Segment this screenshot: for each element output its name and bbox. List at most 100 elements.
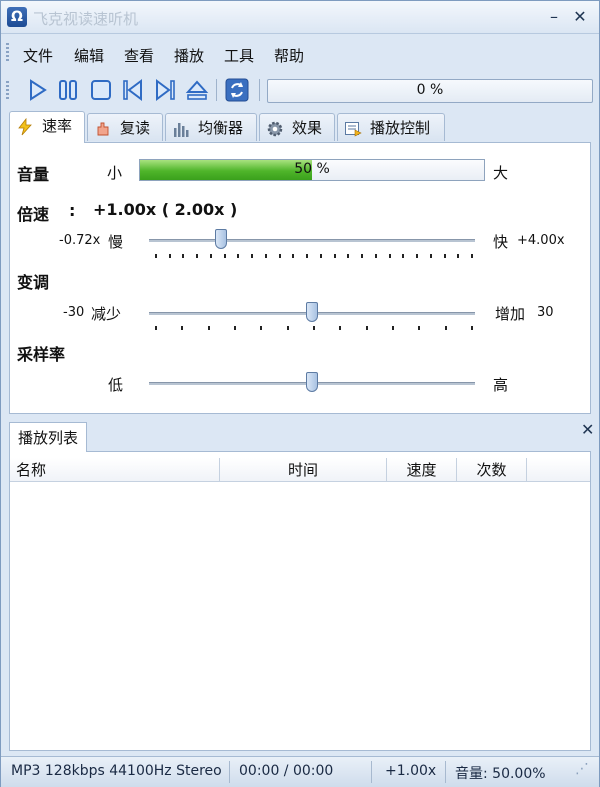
samplerate-min-label: 低: [108, 376, 124, 394]
tab-equalizer[interactable]: 均衡器: [165, 113, 257, 141]
playlist-tab[interactable]: 播放列表: [9, 422, 87, 452]
tab-equalizer-label: 均衡器: [198, 119, 244, 137]
status-separator: [229, 761, 230, 783]
repeat-hand-icon: [97, 122, 109, 136]
speed-min-label: 慢: [108, 233, 124, 251]
slider-tick: [471, 326, 473, 330]
tab-playback-control-label: 播放控制: [370, 119, 431, 137]
slider-tick: [292, 254, 295, 258]
volume-bar[interactable]: 50 %: [139, 159, 485, 181]
speed-label: 倍速: [17, 205, 50, 224]
slider-tick: [444, 326, 447, 330]
slider-tick: [313, 326, 315, 330]
menu-edit[interactable]: 编辑: [74, 45, 104, 66]
status-separator: [371, 761, 372, 783]
samplerate-slider-thumb[interactable]: [306, 372, 318, 392]
slider-tick: [429, 254, 432, 258]
tab-speed[interactable]: 速率: [9, 111, 85, 143]
slider-tick: [237, 254, 240, 258]
menu-help[interactable]: 帮助: [274, 45, 304, 66]
next-icon[interactable]: [153, 78, 177, 102]
pitch-max-value: 30: [537, 305, 554, 320]
pitch-slider-thumb[interactable]: [306, 302, 318, 322]
slider-tick: [155, 254, 157, 258]
slider-tick: [223, 254, 226, 258]
pitch-max-label: 增加: [495, 305, 526, 323]
column-header-count[interactable]: 次数: [457, 458, 527, 482]
status-speed: +1.00x: [385, 763, 437, 779]
pitch-slider-ticks: [155, 326, 473, 331]
slider-tick: [388, 254, 391, 258]
slider-tick: [168, 254, 171, 258]
status-format: MP3 128kbps 44100Hz Stereo: [11, 763, 222, 779]
volume-min-label: 小: [107, 164, 123, 182]
playlist-close-icon[interactable]: ✕: [581, 420, 594, 439]
slider-tick: [365, 326, 368, 330]
tab-effects-label: 效果: [292, 119, 323, 137]
playback-progress-bar[interactable]: 0 %: [267, 79, 593, 103]
speed-slider-track[interactable]: [149, 239, 475, 242]
speed-slider-ticks: [155, 254, 473, 259]
equalizer-icon: [174, 123, 189, 137]
slider-tick: [402, 254, 405, 258]
pitch-min-value: -30: [63, 305, 85, 320]
minimize-button[interactable]: –: [543, 6, 565, 28]
pitch-label: 变调: [17, 273, 50, 292]
volume-label: 音量: [17, 165, 50, 184]
slider-tick: [418, 326, 421, 330]
speed-max-value: +4.00x: [517, 233, 565, 248]
toolbar-separator: [259, 79, 260, 101]
close-button[interactable]: ✕: [569, 6, 591, 28]
slider-tick: [392, 326, 394, 330]
previous-icon[interactable]: [121, 78, 145, 102]
slider-tick: [471, 254, 473, 258]
resize-grip-icon[interactable]: ⋰: [575, 761, 589, 777]
slider-tick: [319, 254, 322, 258]
slider-tick: [443, 254, 446, 258]
repeat-icon[interactable]: [225, 78, 249, 102]
slider-tick: [209, 254, 212, 258]
play-icon[interactable]: [25, 78, 49, 102]
speed-slider-thumb[interactable]: [214, 229, 227, 249]
slider-tick: [457, 254, 460, 258]
menu-grip: [6, 43, 9, 61]
menu-view[interactable]: 查看: [124, 45, 154, 66]
toolbar-grip: [6, 81, 9, 99]
main-window: Ω 飞克视读速听机 – ✕ 文件 编辑 查看 播放 工具 帮助 0 % 速率 复…: [0, 0, 600, 787]
column-header-time[interactable]: 时间: [220, 458, 387, 482]
pitch-min-label: 减少: [91, 305, 122, 323]
speed-value: +1.00x ( 2.00x ): [93, 200, 238, 219]
tab-repeat[interactable]: 复读: [87, 113, 163, 141]
tab-playback-control[interactable]: 播放控制: [337, 113, 445, 141]
speed-min-value: -0.72x: [59, 233, 101, 248]
slider-tick: [264, 254, 267, 258]
volume-max-label: 大: [493, 164, 509, 182]
toolbar-separator: [216, 79, 217, 101]
column-header-speed[interactable]: 速度: [387, 458, 457, 482]
volume-text: 50 %: [294, 161, 330, 177]
slider-tick: [306, 254, 309, 258]
menu-tools[interactable]: 工具: [224, 45, 254, 66]
stop-icon[interactable]: [89, 78, 113, 102]
tab-speed-label: 速率: [42, 117, 73, 135]
samplerate-max-label: 高: [493, 376, 509, 394]
playlist-panel[interactable]: [9, 451, 591, 751]
tab-effects[interactable]: 效果: [259, 113, 335, 141]
eject-icon[interactable]: [185, 78, 209, 102]
slider-tick: [339, 326, 342, 330]
column-header-name[interactable]: 名称: [10, 458, 220, 482]
slider-tick: [251, 254, 254, 258]
menu-file[interactable]: 文件: [23, 45, 53, 66]
status-time: 00:00 / 00:00: [239, 763, 334, 779]
menu-play[interactable]: 播放: [174, 45, 204, 66]
pause-icon[interactable]: [56, 78, 80, 102]
slider-tick: [182, 254, 185, 258]
progress-text: 0 %: [416, 82, 444, 98]
status-volume: 音量: 50.00%: [455, 766, 546, 782]
gear-icon: [267, 121, 283, 137]
title-bar: Ω 飞克视读速听机 – ✕: [1, 1, 599, 34]
slider-tick: [278, 254, 281, 258]
slider-tick: [333, 254, 336, 258]
slider-tick: [374, 254, 377, 258]
samplerate-label: 采样率: [17, 345, 66, 364]
